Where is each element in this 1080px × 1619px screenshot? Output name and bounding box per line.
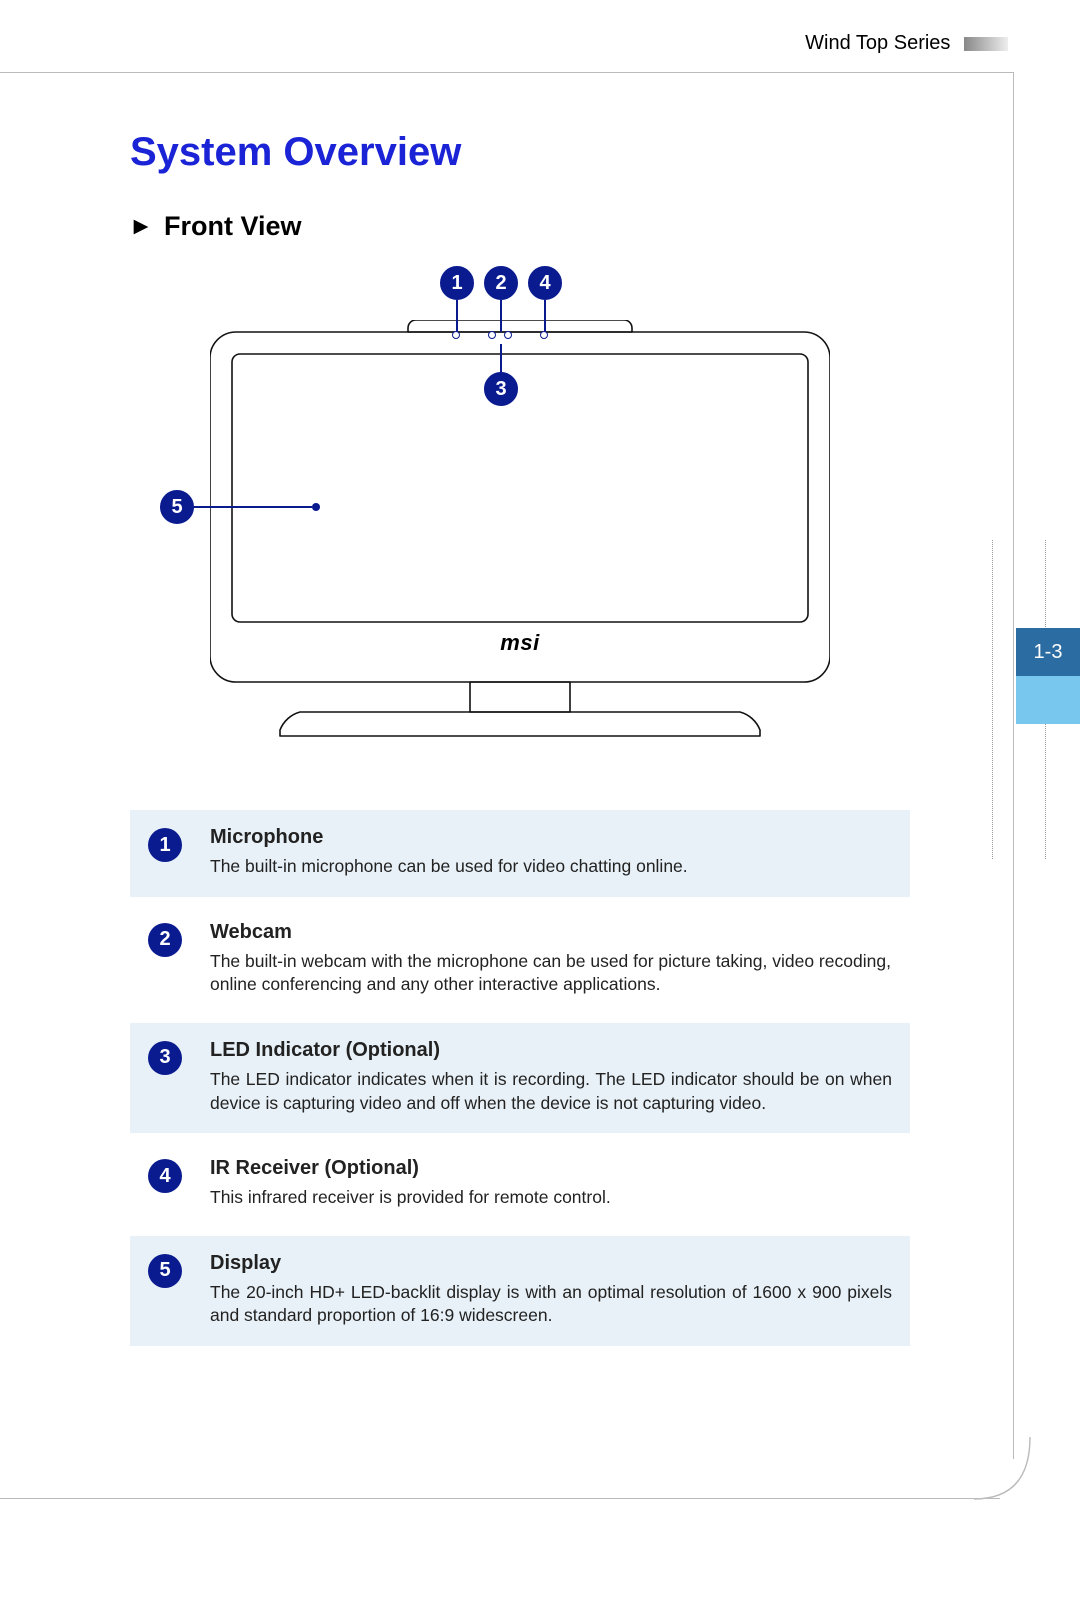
- callout-line-3: [500, 344, 502, 374]
- callout-badge-1: 1: [440, 266, 474, 300]
- item-body: Webcam The built-in webcam with the micr…: [210, 921, 892, 997]
- callout-badge-4: 4: [528, 266, 562, 300]
- series-label: Wind Top Series: [805, 32, 950, 54]
- item-badge-4: 4: [148, 1159, 182, 1193]
- callout-badge-3: 3: [484, 372, 518, 406]
- item-microphone: 1 Microphone The built-in microphone can…: [130, 810, 910, 897]
- header-swatch-icon: [964, 37, 1008, 51]
- item-desc: The LED indicator indicates when it is r…: [210, 1068, 892, 1115]
- item-webcam: 2 Webcam The built-in webcam with the mi…: [130, 905, 910, 1015]
- corner-curve-icon: [974, 1437, 1054, 1501]
- callout-badge-5: 5: [160, 490, 194, 524]
- item-desc: This infrared receiver is provided for r…: [210, 1186, 892, 1210]
- item-badge-5: 5: [148, 1254, 182, 1288]
- top-rule: [0, 72, 1014, 73]
- item-body: LED Indicator (Optional) The LED indicat…: [210, 1039, 892, 1115]
- page-title: System Overview: [130, 130, 910, 175]
- item-badge-3: 3: [148, 1041, 182, 1075]
- page-accent-tab: [1016, 676, 1080, 724]
- callout-dot-2a: [488, 331, 496, 339]
- item-title: Microphone: [210, 826, 892, 849]
- item-title: LED Indicator (Optional): [210, 1039, 892, 1062]
- callout-dot-1: [452, 331, 460, 339]
- callout-line-4: [544, 300, 546, 332]
- callout-line-2: [500, 300, 502, 332]
- item-badge-1: 1: [148, 828, 182, 862]
- subsection-head: Front View: [130, 211, 910, 242]
- item-body: IR Receiver (Optional) This infrared rec…: [210, 1157, 892, 1210]
- callout-item-list: 1 Microphone The built-in microphone can…: [130, 810, 910, 1346]
- item-body: Display The 20-inch HD+ LED-backlit disp…: [210, 1252, 892, 1328]
- callout-dot-5: [312, 503, 320, 511]
- brand-logo: msi: [500, 630, 539, 656]
- item-title: Webcam: [210, 921, 892, 944]
- callout-line-5: [194, 506, 312, 508]
- item-ir-receiver: 4 IR Receiver (Optional) This infrared r…: [130, 1141, 910, 1228]
- page-header: Wind Top Series: [805, 32, 1008, 55]
- page-content: System Overview Front View 1 2 4 3 5: [130, 130, 910, 1346]
- item-desc: The built-in microphone can be used for …: [210, 855, 892, 879]
- bottom-rule: [0, 1498, 1000, 1499]
- callout-dot-4: [540, 331, 548, 339]
- subsection-title: Front View: [164, 211, 302, 242]
- front-view-figure: 1 2 4 3 5: [130, 260, 910, 740]
- arrow-right-icon: [130, 216, 152, 238]
- monitor-outline-icon: [210, 320, 830, 740]
- item-badge-2: 2: [148, 923, 182, 957]
- page-number-tab: 1-3: [1016, 628, 1080, 676]
- callout-line-1: [456, 300, 458, 332]
- callout-dot-2b: [504, 331, 512, 339]
- item-desc: The 20-inch HD+ LED-backlit display is w…: [210, 1281, 892, 1328]
- item-display: 5 Display The 20-inch HD+ LED-backlit di…: [130, 1236, 910, 1346]
- callout-badge-2: 2: [484, 266, 518, 300]
- item-desc: The built-in webcam with the microphone …: [210, 950, 892, 997]
- item-led-indicator: 3 LED Indicator (Optional) The LED indic…: [130, 1023, 910, 1133]
- item-body: Microphone The built-in microphone can b…: [210, 826, 892, 879]
- item-title: Display: [210, 1252, 892, 1275]
- item-title: IR Receiver (Optional): [210, 1157, 892, 1180]
